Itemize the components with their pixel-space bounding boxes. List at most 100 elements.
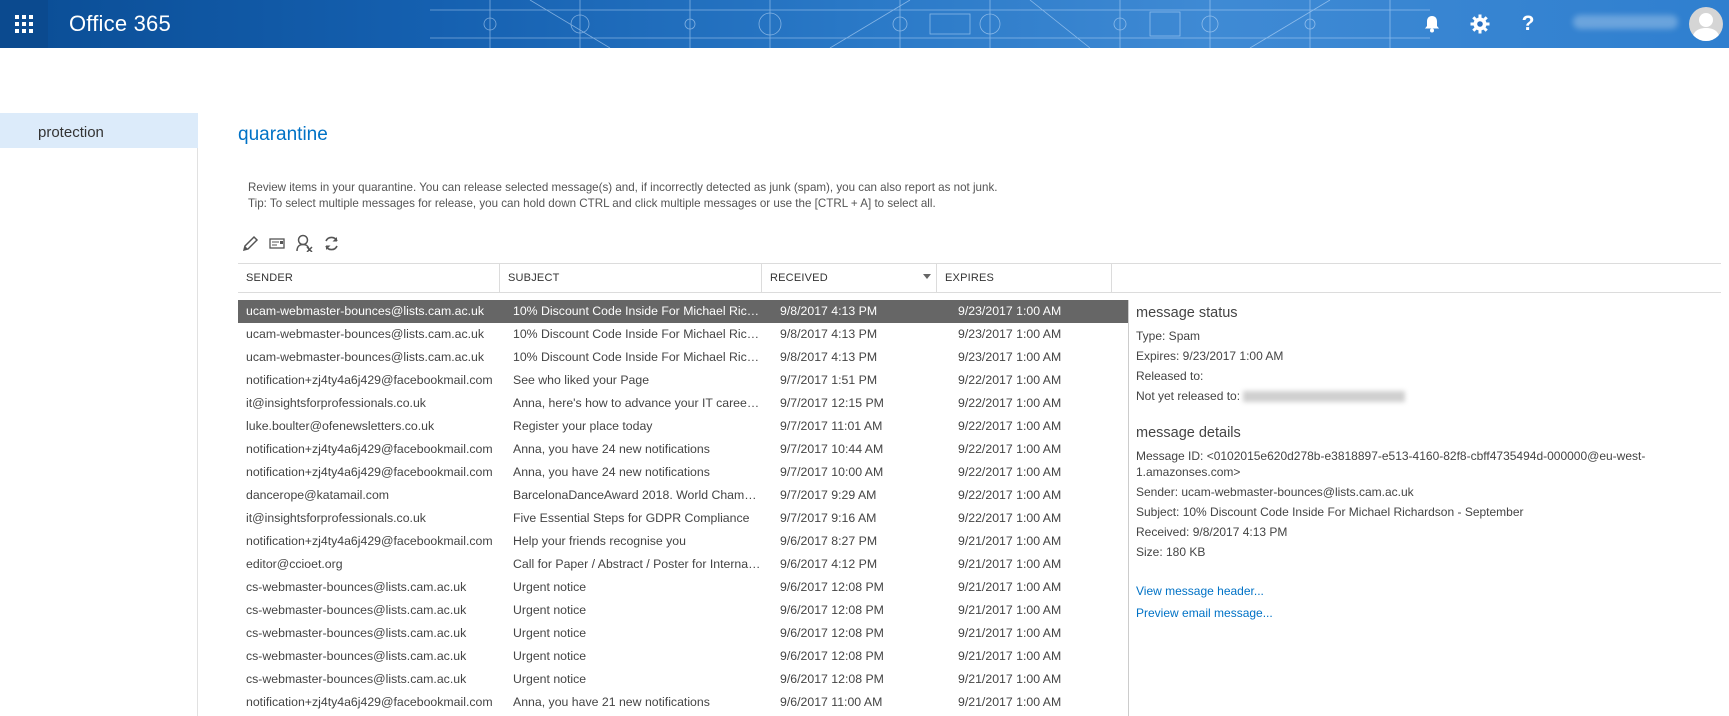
not-yet-released-to-label: Not yet released to: — [1136, 389, 1241, 403]
table-row[interactable]: dancerope@katamail.com BarcelonaDanceAwar… — [238, 484, 1128, 507]
expires-cell: 9/23/2017 1:00 AM — [958, 350, 1062, 364]
user-name-redacted[interactable] — [1573, 15, 1678, 29]
brand-title[interactable]: Office 365 — [69, 11, 171, 37]
table-row[interactable]: it@insightsforprofessionals.co.uk Five Es… — [238, 507, 1128, 530]
subject-cell: See who liked your Page — [513, 373, 650, 387]
sender-cell: notification+zj4ty4a6j429@facebookmail.c… — [246, 442, 493, 456]
sender-cell: cs-webmaster-bounces@lists.cam.ac.uk — [246, 603, 467, 617]
sender-cell: it@insightsforprofessionals.co.uk — [246, 511, 426, 525]
subject-cell: 10% Discount Code Inside For Michael Ric… — [513, 327, 763, 341]
message-size: Size: 180 KB — [1136, 545, 1206, 559]
expires-cell: 9/21/2017 1:00 AM — [958, 603, 1062, 617]
received-cell: 9/7/2017 1:51 PM — [780, 373, 878, 387]
left-navigation: protection — [0, 113, 198, 716]
avatar[interactable] — [1689, 7, 1723, 41]
table-row[interactable]: cs-webmaster-bounces@lists.cam.ac.uk Urge… — [238, 622, 1128, 645]
received-cell: 9/6/2017 12:08 PM — [780, 649, 884, 663]
sender-cell: editor@ccioet.org — [246, 557, 343, 571]
app-launcher-button[interactable] — [0, 0, 48, 48]
report-not-junk-button[interactable] — [294, 233, 314, 253]
sender-cell: notification+zj4ty4a6j429@facebookmail.c… — [246, 695, 493, 709]
expires-cell: 9/23/2017 1:00 AM — [958, 304, 1062, 318]
expires-cell: 9/21/2017 1:00 AM — [958, 626, 1062, 640]
subject-cell: Anna, you have 24 new notifications — [513, 465, 710, 479]
received-cell: 9/7/2017 9:29 AM — [780, 488, 877, 502]
column-header-subject[interactable]: SUBJECT — [500, 264, 762, 292]
table-row[interactable]: luke.boulter@ofenewsletters.co.uk Registe… — [238, 415, 1128, 438]
message-id: Message ID: <0102015e620d278b-e3818897-e… — [1136, 449, 1646, 479]
message-sender: Sender: ucam-webmaster-bounces@lists.cam… — [1136, 485, 1414, 499]
quarantine-message-list: ucam-webmaster-bounces@lists.cam.ac.uk 10… — [238, 300, 1128, 714]
sender-cell: cs-webmaster-bounces@lists.cam.ac.uk — [246, 649, 467, 663]
column-header-received[interactable]: RECEIVED — [762, 264, 937, 292]
refresh-icon — [324, 236, 338, 250]
table-row[interactable]: cs-webmaster-bounces@lists.cam.ac.uk Urge… — [238, 668, 1128, 691]
view-message-header-link[interactable]: View message header... — [1136, 580, 1726, 602]
table-row[interactable]: cs-webmaster-bounces@lists.cam.ac.uk Urge… — [238, 576, 1128, 599]
received-cell: 9/7/2017 9:16 AM — [780, 511, 877, 525]
received-cell: 9/6/2017 12:08 PM — [780, 672, 884, 686]
table-row[interactable]: ucam-webmaster-bounces@lists.cam.ac.uk 10… — [238, 323, 1128, 346]
table-row[interactable]: notification+zj4ty4a6j429@facebookmail.c… — [238, 691, 1128, 714]
sort-descending-icon — [923, 274, 931, 279]
received-cell: 9/7/2017 11:01 AM — [780, 419, 883, 433]
release-message-button[interactable] — [267, 233, 287, 253]
subject-cell: 10% Discount Code Inside For Michael Ric… — [513, 304, 763, 318]
table-row[interactable]: editor@ccioet.org Call for Paper / Abstra… — [238, 553, 1128, 576]
sender-cell: cs-webmaster-bounces@lists.cam.ac.uk — [246, 580, 467, 594]
help-button[interactable]: ? — [1514, 10, 1542, 38]
received-cell: 9/6/2017 12:08 PM — [780, 626, 884, 640]
subject-cell: Urgent notice — [513, 626, 587, 640]
sender-cell: ucam-webmaster-bounces@lists.cam.ac.uk — [246, 350, 485, 364]
nav-item-protection[interactable]: protection — [0, 113, 198, 148]
table-row[interactable]: ucam-webmaster-bounces@lists.cam.ac.uk 10… — [238, 300, 1128, 323]
not-yet-released-to-row: Not yet released to: — [1136, 386, 1726, 406]
column-header-expires[interactable]: EXPIRES — [937, 264, 1112, 292]
sender-cell: ucam-webmaster-bounces@lists.cam.ac.uk — [246, 304, 485, 318]
table-row[interactable]: notification+zj4ty4a6j429@facebookmail.c… — [238, 461, 1128, 484]
table-row[interactable]: cs-webmaster-bounces@lists.cam.ac.uk Urge… — [238, 599, 1128, 622]
subject-cell: Urgent notice — [513, 649, 587, 663]
expires-cell: 9/21/2017 1:00 AM — [958, 580, 1062, 594]
subject-cell: Five Essential Steps for GDPR Compliance — [513, 511, 750, 525]
received-cell: 9/6/2017 11:00 AM — [780, 695, 883, 709]
received-cell: 9/8/2017 4:13 PM — [780, 350, 878, 364]
expires-cell: 9/23/2017 1:00 AM — [958, 327, 1062, 341]
table-row[interactable]: notification+zj4ty4a6j429@facebookmail.c… — [238, 369, 1128, 392]
table-row[interactable]: it@insightsforprofessionals.co.uk Anna, h… — [238, 392, 1128, 415]
pane-divider — [1128, 300, 1129, 716]
page-description: Review items in your quarantine. You can… — [248, 180, 997, 212]
received-cell: 9/7/2017 12:15 PM — [780, 396, 884, 410]
toolbar — [240, 233, 341, 253]
expires-cell: 9/21/2017 1:00 AM — [958, 649, 1062, 663]
sender-cell: cs-webmaster-bounces@lists.cam.ac.uk — [246, 626, 467, 640]
sender-cell: it@insightsforprofessionals.co.uk — [246, 396, 426, 410]
settings-button[interactable] — [1466, 10, 1494, 38]
refresh-button[interactable] — [321, 233, 341, 253]
sender-cell: cs-webmaster-bounces@lists.cam.ac.uk — [246, 672, 467, 686]
report-not-junk-icon — [296, 234, 313, 252]
edit-button[interactable] — [240, 233, 260, 253]
expires-cell: 9/22/2017 1:00 AM — [958, 396, 1062, 410]
table-row[interactable]: cs-webmaster-bounces@lists.cam.ac.uk Urge… — [238, 645, 1128, 668]
expires-cell: 9/22/2017 1:00 AM — [958, 511, 1062, 525]
grid-header: SENDER SUBJECT RECEIVED EXPIRES — [238, 263, 1721, 293]
subject-cell: Register your place today — [513, 419, 653, 433]
notifications-button[interactable] — [1418, 10, 1446, 38]
details-pane: message status Type: Spam Expires: 9/23/… — [1136, 305, 1726, 624]
subject-cell: Urgent notice — [513, 672, 587, 686]
table-row[interactable]: notification+zj4ty4a6j429@facebookmail.c… — [238, 438, 1128, 461]
gear-icon — [1470, 14, 1490, 34]
app-launcher-icon — [15, 15, 33, 33]
preview-email-message-link[interactable]: Preview email message... — [1136, 602, 1726, 624]
subject-cell: Urgent notice — [513, 580, 587, 594]
column-header-sender[interactable]: SENDER — [238, 264, 500, 292]
table-row[interactable]: ucam-webmaster-bounces@lists.cam.ac.uk 10… — [238, 346, 1128, 369]
received-cell: 9/6/2017 8:27 PM — [780, 534, 878, 548]
top-bar: Office 365 ? — [0, 0, 1729, 48]
sender-cell: luke.boulter@ofenewsletters.co.uk — [246, 419, 435, 433]
bell-icon — [1425, 16, 1439, 33]
received-cell: 9/8/2017 4:13 PM — [780, 304, 878, 318]
table-row[interactable]: notification+zj4ty4a6j429@facebookmail.c… — [238, 530, 1128, 553]
subject-cell: Anna, here's how to advance your IT care… — [513, 396, 763, 410]
